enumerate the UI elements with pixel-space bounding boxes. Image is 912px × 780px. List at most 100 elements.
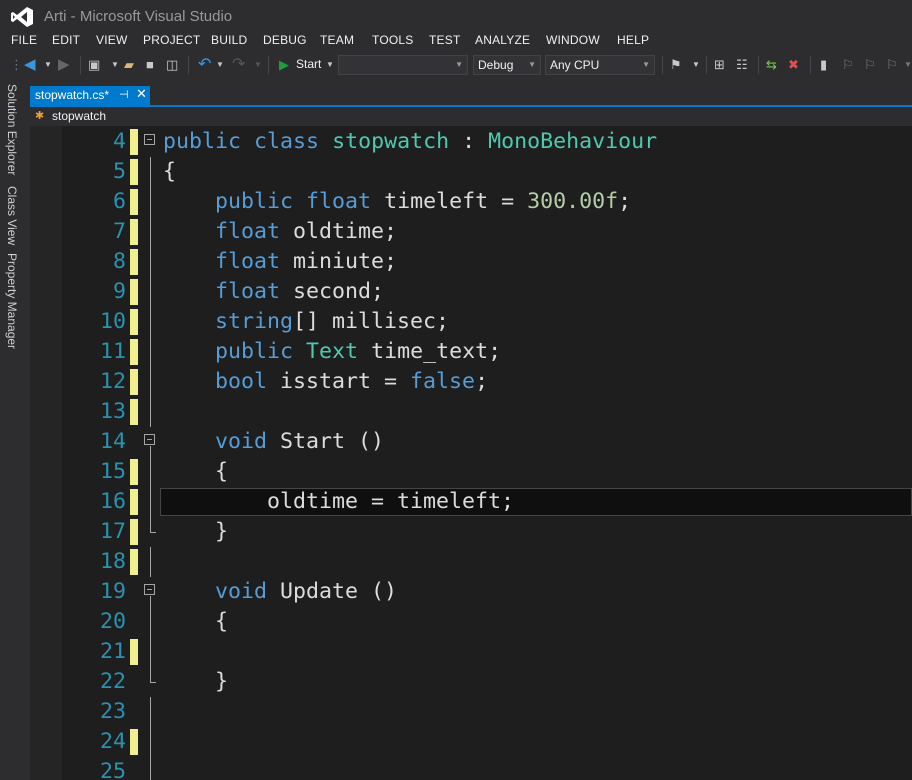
code-line[interactable]: 25 bbox=[30, 757, 912, 780]
menu-view[interactable]: VIEW bbox=[96, 33, 127, 47]
code-line[interactable]: 10 string[] millisec; bbox=[30, 307, 912, 337]
line-number: 19 bbox=[99, 579, 126, 604]
number-token: 300.00f bbox=[527, 189, 619, 214]
menu-test[interactable]: TEST bbox=[429, 33, 460, 47]
keyword-token: public bbox=[215, 189, 294, 214]
code-line[interactable]: 5{ bbox=[30, 157, 912, 187]
code-line[interactable]: 16 oldtime = timeleft; bbox=[30, 487, 912, 517]
line-number: 22 bbox=[99, 669, 126, 694]
code-line[interactable]: 18 bbox=[30, 547, 912, 577]
start-play-icon[interactable]: ▶ bbox=[279, 57, 289, 73]
navigate-back-icon[interactable]: ◀ bbox=[24, 57, 36, 73]
class-navigation-dropdown[interactable]: stopwatch bbox=[52, 109, 106, 123]
redo-dropdown-icon[interactable]: ▼ bbox=[254, 57, 262, 73]
toolbar-overflow-icon[interactable]: ▼ bbox=[904, 57, 912, 73]
code-line[interactable]: 17 } bbox=[30, 517, 912, 547]
unsaved-change-marker bbox=[130, 339, 138, 365]
text-token: isstart = bbox=[267, 369, 411, 394]
document-tab-stopwatch[interactable]: stopwatch.cs* ⊣ ✕ bbox=[30, 86, 150, 105]
code-line[interactable]: 15 { bbox=[30, 457, 912, 487]
navigate-forward-icon[interactable]: ▶ bbox=[58, 57, 70, 73]
menu-project[interactable]: PROJECT bbox=[143, 33, 200, 47]
find-in-files-icon[interactable]: ⚑ bbox=[670, 57, 682, 73]
class-view-tab[interactable]: Class View bbox=[5, 186, 19, 245]
new-project-dropdown-icon[interactable]: ▼ bbox=[111, 57, 119, 73]
keyword-token: void bbox=[215, 579, 268, 604]
previous-bookmark-icon[interactable]: ⚐ bbox=[842, 57, 854, 73]
debug-target-dropdown[interactable]: ▼ bbox=[338, 55, 468, 75]
code-line[interactable]: 21 bbox=[30, 637, 912, 667]
solution-configuration-dropdown[interactable]: Debug ▼ bbox=[473, 55, 541, 75]
outline-line bbox=[150, 596, 151, 607]
code-line[interactable]: 9 float second; bbox=[30, 277, 912, 307]
collapse-region-icon[interactable] bbox=[144, 584, 155, 595]
toolbar-overflow-icon[interactable]: ▼ bbox=[692, 57, 700, 73]
code-line[interactable]: 4 public class stopwatch : MonoBehaviour bbox=[30, 127, 912, 157]
unsaved-change-marker bbox=[130, 249, 138, 275]
menu-file[interactable]: FILE bbox=[11, 33, 37, 47]
outline-line bbox=[150, 487, 151, 517]
property-manager-tab[interactable]: Property Manager bbox=[5, 253, 19, 349]
menu-help[interactable]: HELP bbox=[617, 33, 649, 47]
code-text: float miniute; bbox=[163, 247, 397, 277]
next-bookmark-icon[interactable]: ⚐ bbox=[864, 57, 876, 73]
new-project-icon[interactable]: ▣ bbox=[88, 57, 100, 73]
collapse-region-icon[interactable] bbox=[144, 434, 155, 445]
text-token: second; bbox=[280, 279, 385, 304]
code-line[interactable]: 11 public Text time_text; bbox=[30, 337, 912, 367]
code-line[interactable]: 6 public float timeleft = 300.00f; bbox=[30, 187, 912, 217]
clear-all-bookmarks-icon[interactable]: ⚐ bbox=[886, 57, 898, 73]
menu-debug[interactable]: DEBUG bbox=[263, 33, 307, 47]
bookmark-icon[interactable]: ▮ bbox=[820, 57, 827, 73]
solution-explorer-icon[interactable]: ⊞ bbox=[714, 57, 725, 73]
title-bar: Arti - Microsoft Visual Studio bbox=[0, 0, 912, 33]
menu-analyze[interactable]: ANALYZE bbox=[475, 33, 530, 47]
clear-bookmarks-icon[interactable]: ✖ bbox=[788, 57, 799, 73]
back-dropdown-icon[interactable]: ▼ bbox=[44, 57, 52, 73]
toggle-bookmark-icon[interactable]: ⇆ bbox=[766, 57, 777, 73]
menu-build[interactable]: BUILD bbox=[211, 33, 247, 47]
menu-edit[interactable]: EDIT bbox=[52, 33, 80, 47]
outline-line bbox=[150, 157, 151, 187]
menu-window[interactable]: WINDOW bbox=[546, 33, 600, 47]
redo-icon[interactable]: ↷ bbox=[232, 57, 245, 73]
code-text: { bbox=[163, 157, 176, 187]
start-debugging-button[interactable]: Start bbox=[296, 57, 321, 71]
code-line[interactable]: 14 void Start () bbox=[30, 427, 912, 457]
unsaved-change-marker bbox=[130, 399, 138, 425]
unsaved-change-marker bbox=[130, 519, 138, 545]
undo-icon[interactable]: ↶ bbox=[198, 57, 211, 73]
properties-window-icon[interactable]: ☷ bbox=[736, 57, 748, 73]
code-editor[interactable]: 4 public class stopwatch : MonoBehaviour 5… bbox=[30, 126, 912, 780]
configuration-value: Debug bbox=[478, 58, 514, 72]
code-line[interactable]: 22 } bbox=[30, 667, 912, 697]
code-line[interactable]: 24 bbox=[30, 727, 912, 757]
save-icon[interactable]: ■ bbox=[146, 57, 154, 73]
outline-line bbox=[150, 757, 151, 780]
menu-tools[interactable]: TOOLS bbox=[372, 33, 413, 47]
code-line[interactable]: 23 bbox=[30, 697, 912, 727]
solution-platform-dropdown[interactable]: Any CPU ▼ bbox=[545, 55, 655, 75]
pin-icon[interactable]: ⊣ bbox=[119, 88, 129, 101]
code-line[interactable]: 20 { bbox=[30, 607, 912, 637]
window-title: Arti - Microsoft Visual Studio bbox=[44, 8, 233, 25]
code-line[interactable]: 12 bool isstart = false; bbox=[30, 367, 912, 397]
undo-dropdown-icon[interactable]: ▼ bbox=[216, 57, 224, 73]
keyword-token: float bbox=[306, 189, 372, 214]
open-file-icon[interactable]: ▰ bbox=[124, 57, 134, 73]
save-all-icon[interactable]: ◫ bbox=[166, 57, 178, 73]
code-line[interactable]: 19 void Update () bbox=[30, 577, 912, 607]
keyword-token: float bbox=[215, 249, 281, 274]
solution-explorer-tab[interactable]: Solution Explorer bbox=[5, 84, 19, 175]
outline-line bbox=[150, 457, 151, 487]
text-token: timeleft = bbox=[371, 189, 528, 214]
code-line[interactable]: 7 float oldtime; bbox=[30, 217, 912, 247]
code-line[interactable]: 13 bbox=[30, 397, 912, 427]
code-line[interactable]: 8 float miniute; bbox=[30, 247, 912, 277]
start-dropdown-icon[interactable]: ▼ bbox=[326, 57, 334, 73]
outline-line bbox=[150, 697, 151, 727]
close-icon[interactable]: ✕ bbox=[136, 86, 147, 102]
collapse-region-icon[interactable] bbox=[144, 134, 155, 145]
menu-team[interactable]: TEAM bbox=[320, 33, 354, 47]
